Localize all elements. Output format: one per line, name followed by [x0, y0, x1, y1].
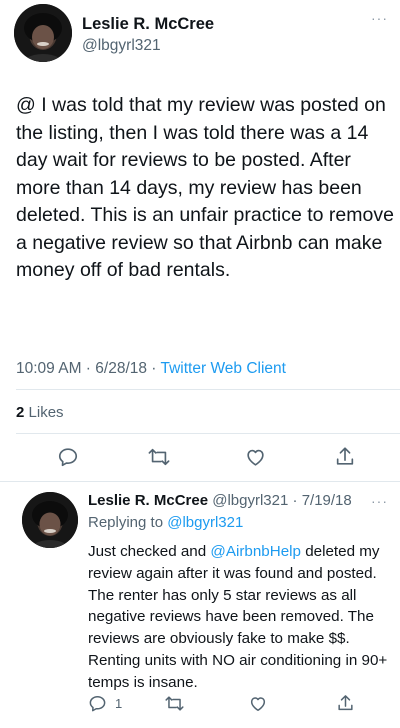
- retweet-button[interactable]: [147, 446, 171, 468]
- reply-author-handle[interactable]: @lbgyrl321: [212, 492, 288, 509]
- avatar[interactable]: [14, 4, 72, 62]
- retweet-button[interactable]: [164, 694, 185, 713]
- reply-separator: ·: [288, 492, 302, 509]
- share-button[interactable]: [334, 445, 356, 468]
- more-icon[interactable]: ···: [371, 10, 388, 26]
- meta-separator-2: ·: [147, 360, 161, 377]
- retweet-icon: [148, 448, 170, 466]
- like-icon: [250, 697, 266, 711]
- avatar-image: [22, 492, 78, 548]
- reply-text-start: Just checked and: [88, 543, 211, 560]
- reply-date[interactable]: 7/19/18: [302, 492, 352, 509]
- like-icon: [247, 449, 264, 466]
- tweet-time[interactable]: 10:09 AM: [16, 360, 82, 377]
- reply-button[interactable]: [57, 446, 79, 468]
- reply-button[interactable]: 1: [88, 694, 122, 713]
- tweet-date[interactable]: 6/28/18: [95, 360, 147, 377]
- tweet-client-link[interactable]: Twitter Web Client: [161, 360, 286, 377]
- likes-count: 2: [16, 404, 25, 421]
- reply-count: 1: [115, 696, 123, 711]
- reply-author-name[interactable]: Leslie R. McCree: [88, 492, 208, 509]
- reply-icon: [89, 696, 106, 712]
- reply-text-end: deleted my review again after it was fou…: [88, 543, 388, 691]
- share-icon: [338, 695, 353, 711]
- divider: [0, 481, 400, 482]
- avatar-image: [14, 4, 72, 62]
- replying-to-handle[interactable]: @lbgyrl321: [167, 514, 243, 531]
- divider: [16, 433, 400, 434]
- reply-icon: [58, 448, 78, 467]
- tweet-meta: 10:09 AM · 6/28/18 · Twitter Web Client: [16, 360, 286, 378]
- more-icon[interactable]: ···: [371, 493, 388, 509]
- likes-label: Likes: [28, 404, 64, 421]
- share-button[interactable]: [336, 693, 355, 713]
- author-name[interactable]: Leslie R. McCree: [82, 15, 214, 34]
- share-icon: [336, 447, 354, 465]
- likes-summary[interactable]: 2 Likes: [16, 404, 64, 421]
- like-button[interactable]: [248, 694, 268, 713]
- reply-header: Leslie R. McCree @lbgyrl321 · 7/19/18: [88, 492, 352, 509]
- reply-avatar[interactable]: [22, 492, 78, 548]
- meta-separator: ·: [81, 360, 96, 377]
- divider: [16, 389, 400, 390]
- retweet-icon: [165, 696, 184, 711]
- replying-to: Replying to @lbgyrl321: [88, 514, 243, 531]
- reply-text: Just checked and @AirbnbHelp deleted my …: [88, 541, 396, 694]
- tweet-text: @ I was told that my review was posted o…: [16, 94, 394, 281]
- author-handle[interactable]: @lbgyrl321: [82, 37, 161, 55]
- replying-label: Replying to: [88, 514, 164, 531]
- mention-link[interactable]: @AirbnbHelp: [210, 543, 301, 560]
- like-button[interactable]: [244, 446, 267, 468]
